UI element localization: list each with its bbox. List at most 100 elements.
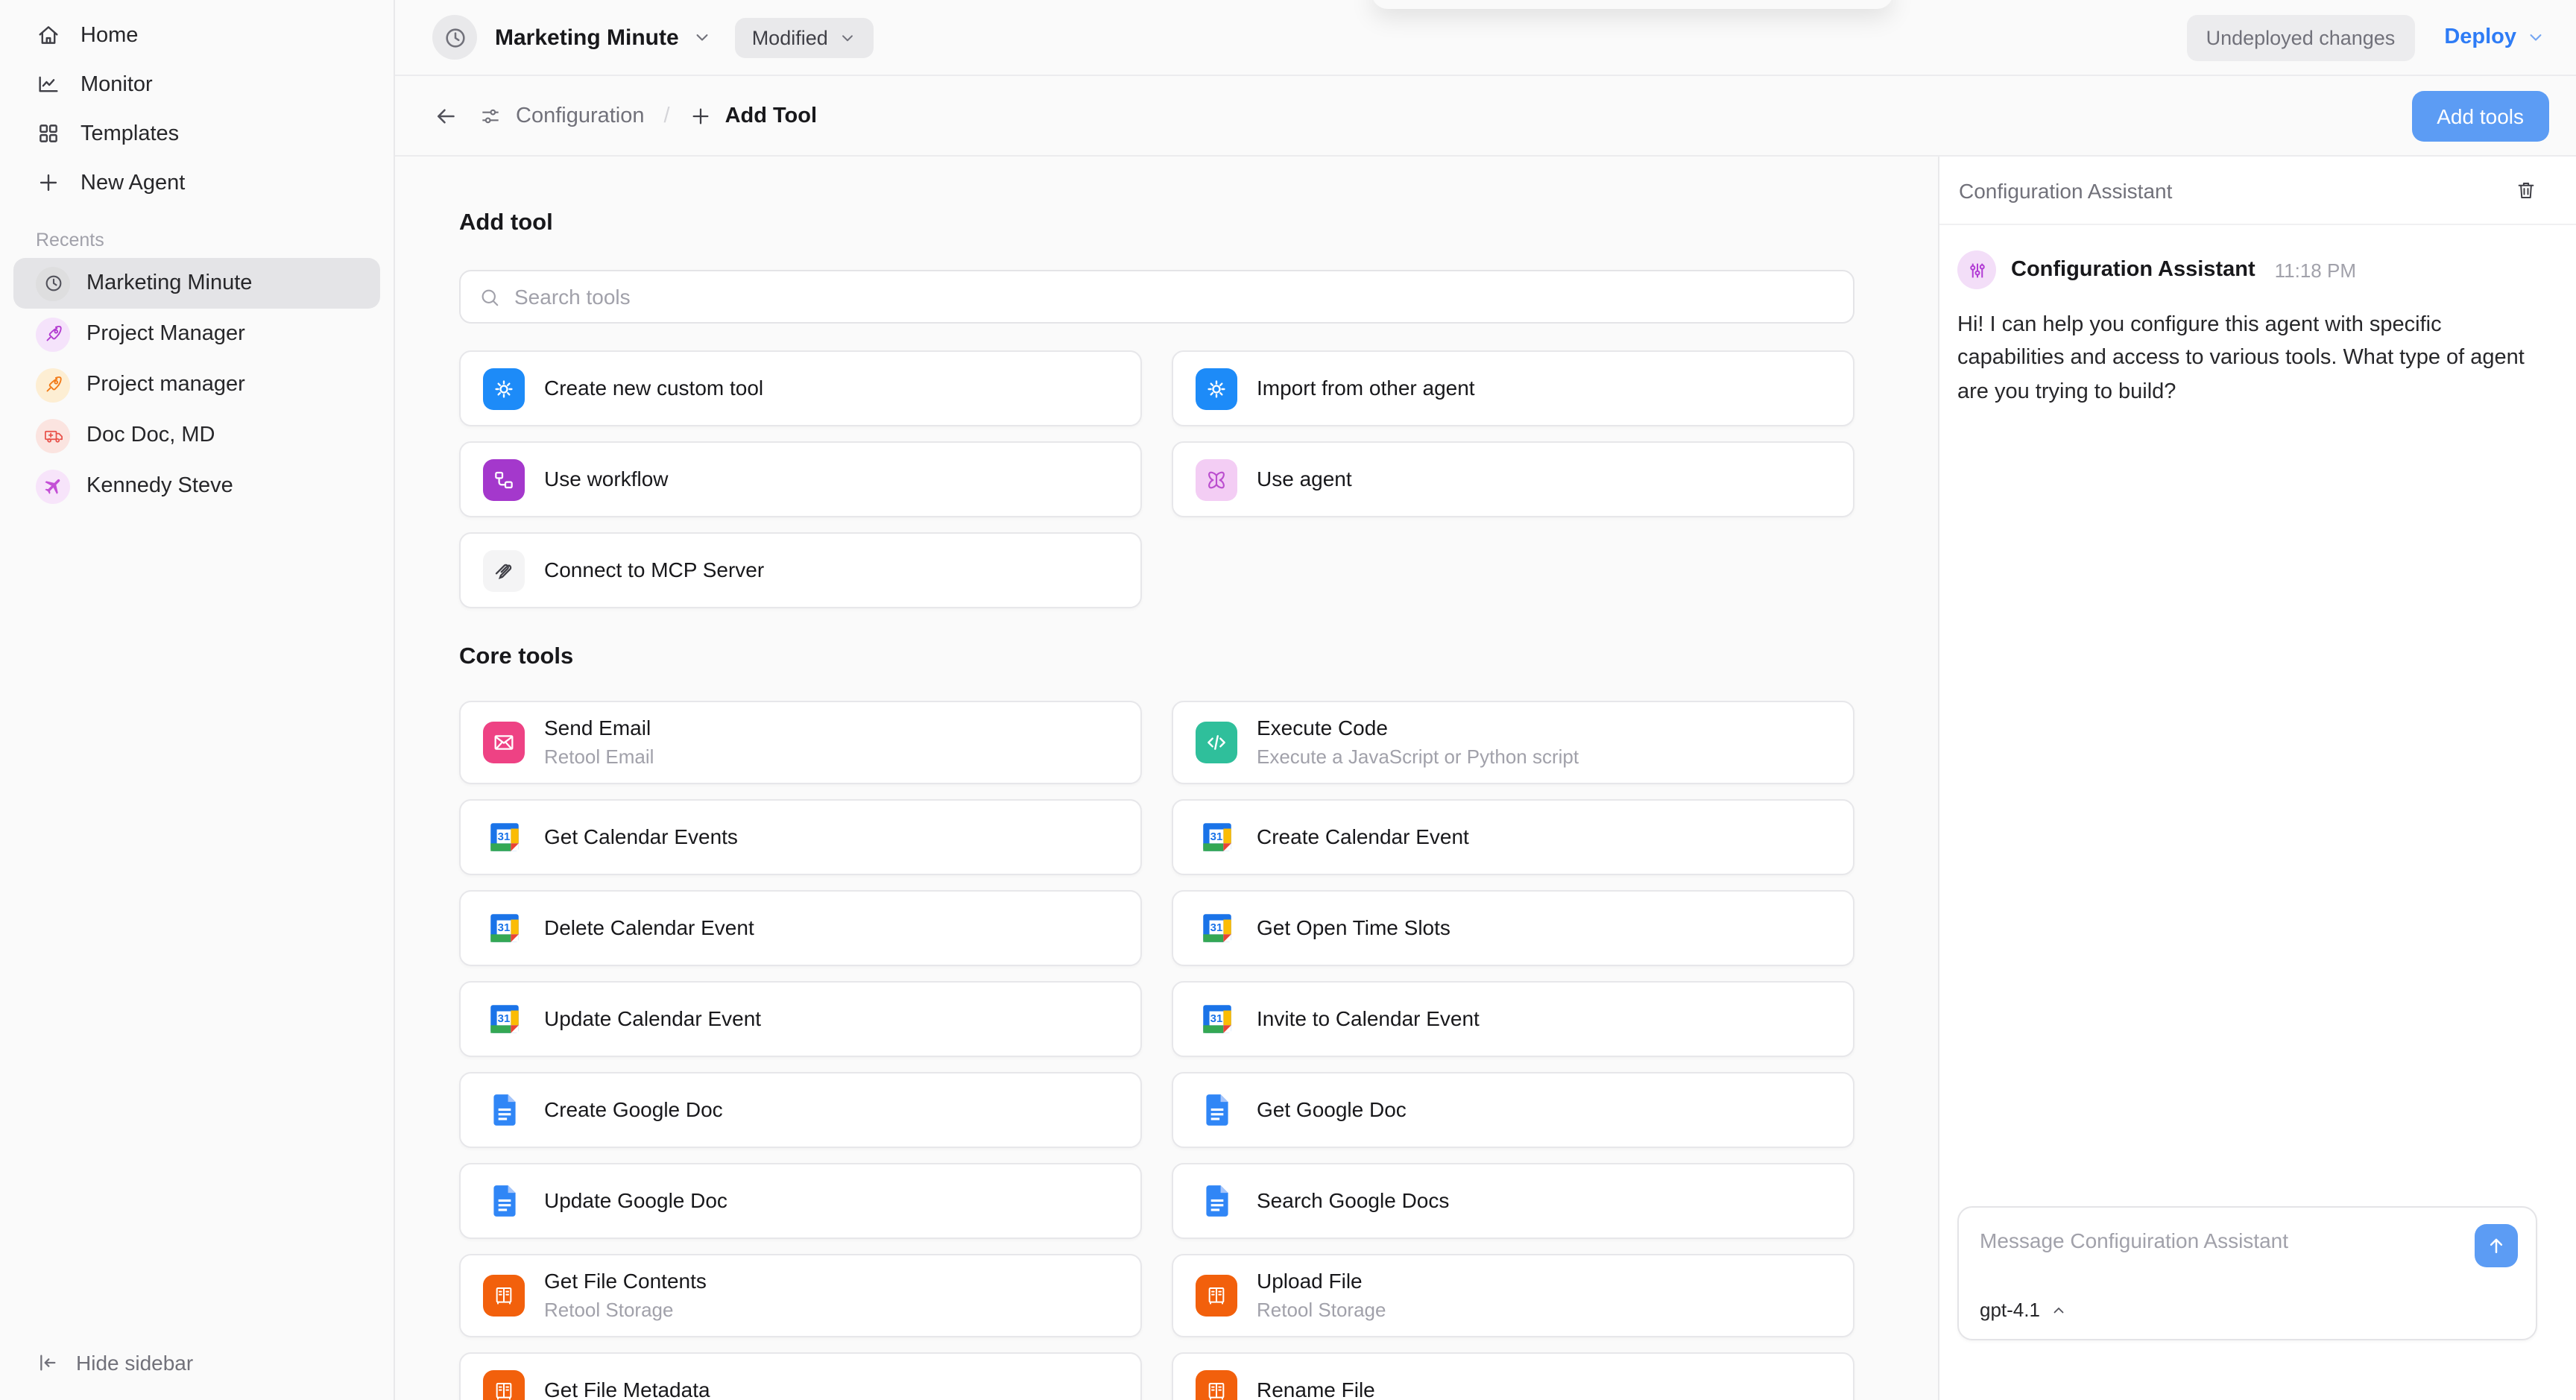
sidebar-recent-project-manager[interactable]: Project manager — [13, 359, 380, 410]
agent-avatar — [432, 15, 477, 60]
google-calendar-icon — [485, 819, 523, 856]
breadcrumb-add-tool-label: Add Tool — [725, 104, 818, 127]
ambulance-icon — [42, 425, 63, 446]
chevron-down-icon — [839, 28, 858, 47]
tool-card-execute-code[interactable]: Execute Code Execute a JavaScript or Pyt… — [1172, 701, 1854, 784]
sidebar-item-new-agent[interactable]: New Agent — [0, 158, 394, 207]
sidebar-recent-project-manager[interactable]: Project Manager — [13, 309, 380, 359]
google-calendar-icon — [485, 1000, 523, 1038]
assistant-avatar — [1957, 250, 1996, 289]
rocket-icon — [42, 324, 63, 344]
clock-icon — [442, 25, 467, 50]
recent-avatar — [36, 266, 70, 300]
tool-card-delete-calendar-event[interactable]: Delete Calendar Event — [459, 890, 1142, 966]
agent-name: Marketing Minute — [495, 25, 679, 50]
hide-sidebar-button[interactable]: Hide sidebar — [0, 1351, 394, 1400]
tool-card-get-google-doc[interactable]: Get Google Doc — [1172, 1072, 1854, 1148]
sidebar-item-monitor[interactable]: Monitor — [0, 60, 394, 109]
sliders-icon — [479, 104, 502, 127]
search-tools-box — [459, 270, 1854, 324]
topbar: Marketing Minute Modified Undeployed cha… — [395, 0, 2576, 76]
plus-icon — [689, 104, 713, 127]
google-calendar-icon — [1198, 909, 1235, 947]
assistant-header: Configuration Assistant — [1939, 157, 2576, 225]
google-docs-icon — [485, 1182, 523, 1220]
hide-sidebar-label: Hide sidebar — [76, 1351, 193, 1375]
option-card-connect-to-mcp-server[interactable]: Connect to MCP Server — [459, 532, 1142, 608]
add-tools-button[interactable]: Add tools — [2411, 90, 2549, 141]
assistant-panel-title: Configuration Assistant — [1959, 178, 2172, 202]
clock-icon — [42, 273, 63, 294]
storage-icon — [492, 1284, 516, 1308]
model-selector[interactable]: gpt-4.1 — [1980, 1299, 2068, 1321]
assistant-input-box: gpt-4.1 — [1957, 1206, 2537, 1340]
option-card-import-from-other-agent[interactable]: Import from other agent — [1172, 350, 1854, 426]
google-docs-icon — [485, 1091, 523, 1129]
code-icon — [1205, 731, 1228, 754]
tool-card-get-calendar-events[interactable]: Get Calendar Events — [459, 799, 1142, 875]
body-row: Add tool Create new custom tool Import f… — [395, 157, 2576, 1400]
storage-icon — [1205, 1378, 1228, 1400]
assistant-message-input[interactable] — [1980, 1220, 2458, 1261]
sidebar-recent-doc-doc-md[interactable]: Doc Doc, MD — [13, 410, 380, 461]
tool-card-invite-to-calendar-event[interactable]: Invite to Calendar Event — [1172, 981, 1854, 1057]
search-input[interactable] — [514, 285, 1835, 309]
assistant-message-header: Configuration Assistant 11:18 PM — [1957, 250, 2537, 289]
tool-card-send-email[interactable]: Send Email Retool Email — [459, 701, 1142, 784]
tool-card-get-file-metadata[interactable]: Get File Metadata — [459, 1352, 1142, 1400]
send-message-button[interactable] — [2475, 1224, 2518, 1267]
google-docs-icon — [1198, 1091, 1235, 1129]
home-icon — [36, 22, 61, 48]
email-icon — [492, 731, 516, 754]
sidebar-item-templates[interactable]: Templates — [0, 109, 394, 158]
popover-shadow — [1371, 0, 1893, 9]
agent-builder-app: Home Monitor Templates New Agent Recents… — [0, 0, 2576, 1400]
add-tool-options-grid: Create new custom tool Import from other… — [459, 350, 1854, 608]
chevron-down-icon — [2525, 27, 2546, 48]
back-button[interactable] — [432, 102, 459, 129]
gear-icon — [492, 376, 516, 400]
tool-card-get-open-time-slots[interactable]: Get Open Time Slots — [1172, 890, 1854, 966]
google-docs-icon — [1198, 1182, 1235, 1220]
breadcrumb-add-tool: Add Tool — [689, 104, 818, 127]
trash-icon — [2515, 179, 2537, 201]
tool-card-get-file-contents[interactable]: Get File Contents Retool Storage — [459, 1254, 1142, 1337]
tool-card-create-google-doc[interactable]: Create Google Doc — [459, 1072, 1142, 1148]
tool-card-upload-file[interactable]: Upload File Retool Storage — [1172, 1254, 1854, 1337]
arrow-up-icon — [2485, 1235, 2507, 1257]
recent-avatar — [36, 317, 70, 351]
status-dropdown[interactable]: Modified — [736, 17, 874, 57]
plus-icon — [36, 170, 61, 195]
agent-name-dropdown[interactable] — [692, 27, 713, 48]
sidebar: Home Monitor Templates New Agent Recents… — [0, 0, 395, 1400]
collapse-sidebar-icon — [36, 1351, 60, 1375]
breadcrumb-bar: Configuration / Add Tool Add tools — [395, 76, 2576, 157]
add-tool-content: Add tool Create new custom tool Import f… — [395, 157, 1938, 1400]
templates-icon — [36, 121, 61, 146]
model-label: gpt-4.1 — [1980, 1299, 2040, 1321]
back-arrow-icon — [432, 102, 459, 129]
main-area: Marketing Minute Modified Undeployed cha… — [395, 0, 2576, 1400]
tool-card-search-google-docs[interactable]: Search Google Docs — [1172, 1163, 1854, 1239]
deploy-button[interactable]: Deploy — [2444, 25, 2546, 49]
option-card-use-workflow[interactable]: Use workflow — [459, 441, 1142, 517]
option-card-create-new-custom-tool[interactable]: Create new custom tool — [459, 350, 1142, 426]
tool-card-update-google-doc[interactable]: Update Google Doc — [459, 1163, 1142, 1239]
configuration-assistant-panel: Configuration Assistant Configuration As… — [1938, 157, 2576, 1400]
tool-card-update-calendar-event[interactable]: Update Calendar Event — [459, 981, 1142, 1057]
sidebar-item-home[interactable]: Home — [0, 10, 394, 60]
clear-conversation-button[interactable] — [2515, 179, 2537, 201]
breadcrumb-configuration[interactable]: Configuration — [479, 104, 645, 127]
plane-icon — [42, 476, 63, 496]
sidebar-recent-kennedy-steve[interactable]: Kennedy Steve — [13, 461, 380, 511]
search-icon — [479, 286, 501, 308]
assistant-message-time: 11:18 PM — [2275, 259, 2356, 281]
tool-card-create-calendar-event[interactable]: Create Calendar Event — [1172, 799, 1854, 875]
option-card-use-agent[interactable]: Use agent — [1172, 441, 1854, 517]
sidebar-recent-marketing-minute[interactable]: Marketing Minute — [13, 258, 380, 309]
breadcrumb-separator: / — [664, 104, 670, 127]
status-label: Modified — [752, 26, 828, 48]
tool-card-rename-file[interactable]: Rename File — [1172, 1352, 1854, 1400]
chevron-up-icon — [2051, 1301, 2068, 1319]
google-calendar-icon — [485, 909, 523, 947]
